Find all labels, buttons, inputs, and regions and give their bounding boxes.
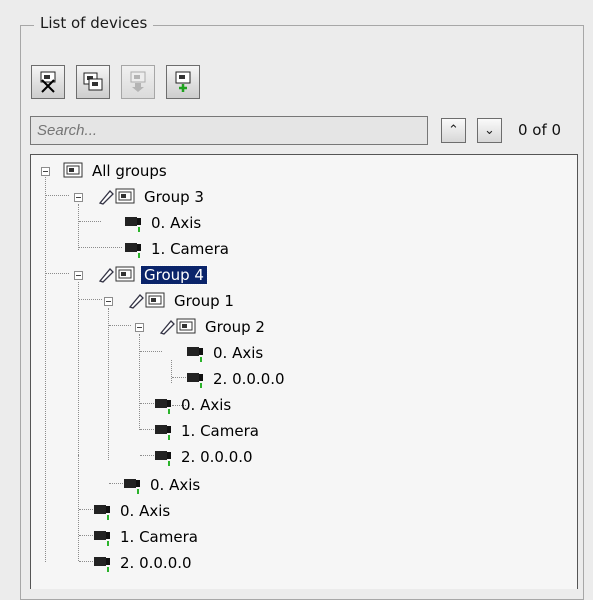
search-next-button[interactable]: ⌄ (477, 118, 502, 143)
chevron-down-icon: ⌄ (484, 123, 495, 138)
tree-line (109, 325, 131, 326)
camera-icon (155, 451, 171, 466)
device-tree[interactable]: All groups Group 3 0. Axis 1. Camera Gro… (30, 154, 578, 589)
tree-line (172, 377, 186, 378)
tree-node-camera[interactable]: 2. 0.0.0.0 (186, 367, 288, 391)
collapse-toggle[interactable] (74, 271, 83, 280)
move-device-button[interactable] (121, 65, 155, 99)
camera-icon (124, 479, 140, 494)
tree-node-camera[interactable]: 1. Camera (93, 525, 201, 549)
search-prev-button[interactable]: ⌃ (441, 118, 466, 143)
tree-node-label: 0. Axis (151, 214, 202, 232)
group-icon (145, 292, 165, 308)
tree-line (46, 195, 69, 196)
tree-node-label: 1. Camera (120, 528, 198, 546)
copy-device-button[interactable] (76, 65, 110, 99)
camera-icon (94, 505, 110, 520)
tree-node-label: 2. 0.0.0.0 (213, 370, 285, 388)
group-icon (176, 318, 196, 334)
tree-line (140, 403, 154, 404)
tree-node-label: Group 1 (174, 292, 234, 310)
tree-node-group-4[interactable]: Group 4 (97, 263, 208, 287)
tree-line (79, 299, 102, 300)
tree-line (79, 247, 122, 248)
tree-line (79, 509, 93, 510)
pencil-icon (159, 320, 175, 335)
tree-node-camera[interactable]: 1. Camera (154, 419, 262, 443)
tree-line (140, 429, 154, 430)
tree-node-label: 0. Axis (120, 502, 171, 520)
tree-node-camera[interactable]: 0. Axis (124, 211, 204, 235)
collapse-toggle[interactable] (135, 323, 144, 332)
collapse-toggle[interactable] (104, 297, 113, 306)
chevron-up-icon: ⌃ (448, 123, 459, 138)
camera-icon (94, 531, 110, 546)
tree-node-label: 0. Axis (213, 344, 264, 362)
tree-line (171, 360, 172, 383)
collapse-toggle[interactable] (41, 167, 50, 176)
tree-node-group-1[interactable]: Group 1 (127, 289, 237, 313)
tree-node-camera[interactable]: 0. Axis (154, 393, 234, 417)
tree-node-label: 0. Axis (181, 396, 232, 414)
tree-node-all-groups[interactable]: All groups (63, 159, 170, 183)
group-icon (63, 162, 83, 178)
search-input[interactable] (30, 116, 428, 145)
tree-line (79, 561, 93, 562)
collapse-toggle[interactable] (74, 193, 83, 202)
add-device-button[interactable] (166, 65, 200, 99)
tree-node-label: 0. Axis (150, 476, 201, 494)
group-icon (115, 188, 135, 204)
remove-device-button[interactable] (31, 65, 65, 99)
tree-node-camera[interactable]: 2. 0.0.0.0 (154, 445, 256, 469)
camera-icon (125, 217, 141, 232)
tree-line (140, 351, 162, 352)
search-result-counter: 0 of 0 (518, 121, 562, 139)
tree-line (78, 204, 79, 250)
tree-node-group-3[interactable]: Group 3 (97, 185, 207, 209)
tree-node-label: 1. Camera (181, 422, 259, 440)
remove-device-icon (40, 71, 56, 93)
tree-node-label: Group 3 (144, 188, 204, 206)
tree-node-camera[interactable]: 2. 0.0.0.0 (93, 551, 195, 575)
tree-line (79, 535, 93, 536)
tree-node-camera[interactable]: 0. Axis (186, 341, 266, 365)
tree-node-group-2[interactable]: Group 2 (158, 315, 268, 339)
pencil-icon (98, 190, 114, 205)
tree-node-label: All groups (92, 162, 167, 180)
panel-legend: List of devices (34, 14, 154, 32)
camera-icon (125, 243, 141, 258)
camera-icon (155, 425, 171, 440)
tree-node-label: 2. 0.0.0.0 (120, 554, 192, 572)
tree-line (45, 177, 46, 562)
pencil-icon (128, 294, 144, 309)
tree-line (140, 455, 154, 456)
device-toolbar (31, 65, 200, 105)
tree-node-label: 2. 0.0.0.0 (181, 448, 253, 466)
tree-node-camera[interactable]: 0. Axis (123, 473, 203, 497)
move-down-device-icon (130, 71, 146, 92)
tree-line (109, 483, 123, 484)
tree-node-label: 1. Camera (151, 240, 229, 258)
tree-line (108, 308, 109, 460)
tree-node-label: Group 2 (205, 318, 265, 336)
camera-icon (155, 399, 171, 414)
pencil-icon (98, 268, 114, 283)
tree-line (79, 221, 101, 222)
tree-node-camera[interactable]: 0. Axis (93, 499, 173, 523)
tree-line (78, 455, 79, 561)
camera-icon (94, 557, 110, 572)
tree-line (46, 273, 69, 274)
tree-node-camera[interactable]: 1. Camera (124, 237, 232, 261)
tree-line (139, 334, 140, 430)
copy-device-icon (83, 72, 103, 91)
add-device-icon (175, 71, 191, 92)
tree-node-label: Group 4 (140, 265, 208, 285)
camera-icon (187, 373, 203, 388)
group-icon (115, 266, 135, 282)
camera-icon (187, 347, 203, 362)
